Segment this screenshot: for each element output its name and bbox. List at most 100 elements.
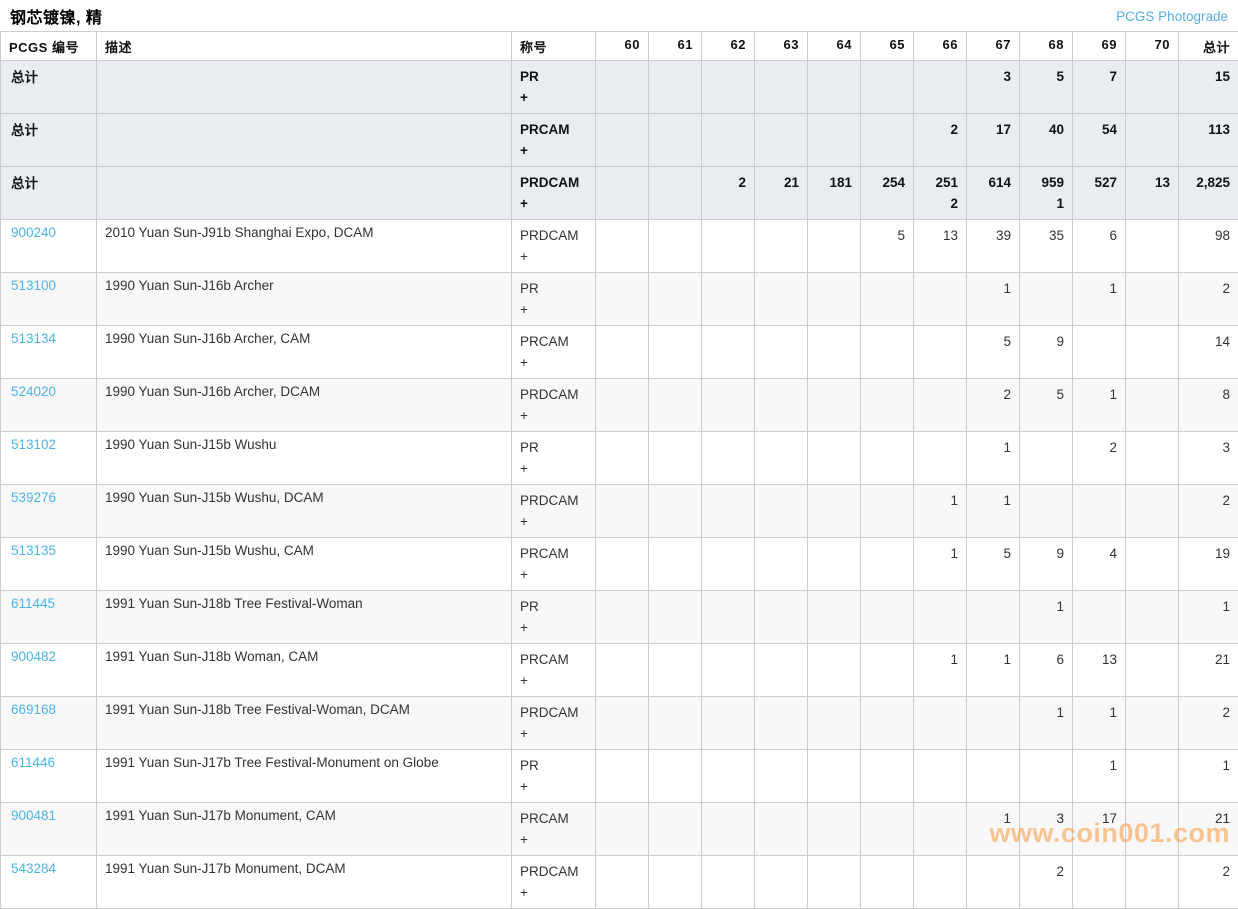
grade-count (604, 225, 640, 246)
grade-count: 1 (1081, 755, 1117, 776)
total-count-cell: 2 (1179, 856, 1238, 909)
pcgs-number-cell: 611445 (1, 591, 97, 644)
pcgs-number-link[interactable]: 900481 (11, 808, 56, 823)
pcgs-number-link[interactable]: 611446 (11, 755, 55, 770)
grade-61-count-cell (649, 856, 702, 909)
table-row: 5131001990 Yuan Sun-J16b ArcherPR+112 (1, 273, 1238, 326)
grade-65-count-cell: 5 (861, 220, 914, 273)
grade-66-count-cell (914, 697, 967, 750)
pcgs-number-link[interactable]: 611445 (11, 596, 55, 611)
grade-65-count-cell (861, 856, 914, 909)
grade-count: 13 (1081, 649, 1117, 670)
total-count-cell: 98 (1179, 220, 1238, 273)
grade-count (922, 808, 958, 829)
grade-67-count-cell (967, 750, 1020, 803)
grade-count (710, 331, 746, 352)
grade-70-count-cell (1126, 379, 1179, 432)
grade-66-count-cell (914, 61, 967, 114)
designation-line1: PRCAM (520, 119, 587, 140)
designation-line2: + (520, 352, 587, 373)
grade-count (657, 278, 693, 299)
grade-count (1134, 755, 1170, 776)
pcgs-number-link[interactable]: 543284 (11, 861, 56, 876)
designation-line2: + (520, 776, 587, 797)
grade-count (816, 490, 852, 511)
grade-64-count-cell (808, 485, 861, 538)
grade-66-count-cell: 1 (914, 644, 967, 697)
grade-60-count-cell (596, 379, 649, 432)
designation-line1: PRDCAM (520, 225, 587, 246)
grade-70-count-cell (1126, 61, 1179, 114)
grade-61-count-cell (649, 114, 702, 167)
grade-count (763, 119, 799, 140)
grade-65-count-cell (861, 432, 914, 485)
grade-61-count-cell (649, 697, 702, 750)
pcgs-photograde-link[interactable]: PCGS Photograde (1116, 9, 1228, 24)
total-label-cell: 总计 (1, 61, 97, 114)
grade-count: 614 (975, 172, 1011, 193)
designation-cell: PRDCAM+ (512, 167, 596, 220)
pcgs-number-link[interactable]: 900482 (11, 649, 56, 664)
grade-count (869, 543, 905, 564)
grade-61-count-cell (649, 803, 702, 856)
pcgs-number-cell: 539276 (1, 485, 97, 538)
pcgs-number-link[interactable]: 513100 (11, 278, 56, 293)
grade-count (1134, 278, 1170, 299)
grade-count: 1 (1028, 596, 1064, 617)
grade-count: 13 (922, 225, 958, 246)
pcgs-number-link[interactable]: 513135 (11, 543, 56, 558)
pcgs-number-link[interactable]: 539276 (11, 490, 56, 505)
designation-cell: PRCAM+ (512, 114, 596, 167)
grade-count: 254 (869, 172, 905, 193)
total-count-cell: 8 (1179, 379, 1238, 432)
grade-67-count-cell: 614 (967, 167, 1020, 220)
grade-66-count-cell (914, 750, 967, 803)
grade-count (1028, 278, 1064, 299)
grade-count (763, 808, 799, 829)
grade-60-count-cell (596, 485, 649, 538)
grade-count (604, 755, 640, 776)
total-count-cell: 19 (1179, 538, 1238, 591)
table-row: 5240201990 Yuan Sun-J16b Archer, DCAMPRD… (1, 379, 1238, 432)
grade-64-count-cell (808, 697, 861, 750)
total-count: 2 (1187, 861, 1230, 882)
grade-66-count-cell (914, 326, 967, 379)
table-body: 总计PR+35715总计PRCAM+2174054113总计PRDCAM+221… (1, 61, 1238, 909)
grade-plus-count: 2 (922, 193, 958, 214)
summary-row: 总计PRDCAM+22118125425126149591527132,825 (1, 167, 1238, 220)
description-cell: 1991 Yuan Sun-J18b Woman, CAM (97, 644, 512, 697)
grade-count (869, 808, 905, 829)
pcgs-number-cell: 900240 (1, 220, 97, 273)
table-row: 5432841991 Yuan Sun-J17b Monument, DCAMP… (1, 856, 1238, 909)
grade-63-count-cell (755, 750, 808, 803)
grade-count (763, 66, 799, 87)
grade-count: 3 (1028, 808, 1064, 829)
description-cell: 1990 Yuan Sun-J16b Archer (97, 273, 512, 326)
grade-68-count-cell: 3 (1020, 803, 1073, 856)
grade-count: 959 (1028, 172, 1064, 193)
grade-65-count-cell (861, 61, 914, 114)
grade-count (604, 490, 640, 511)
total-count: 8 (1187, 384, 1230, 405)
grade-count: 1 (1028, 702, 1064, 723)
grade-count (604, 172, 640, 193)
pcgs-number-link[interactable]: 513102 (11, 437, 56, 452)
grade-61-count-cell (649, 591, 702, 644)
pcgs-number-link[interactable]: 524020 (11, 384, 56, 399)
pcgs-number-link[interactable]: 900240 (11, 225, 56, 240)
grade-65-count-cell (861, 273, 914, 326)
grade-count (869, 437, 905, 458)
pcgs-number-link[interactable]: 669168 (11, 702, 56, 717)
grade-count: 1 (975, 278, 1011, 299)
description-cell (97, 167, 512, 220)
col-header-total: 总计 (1179, 32, 1238, 61)
grade-69-count-cell: 1 (1073, 697, 1126, 750)
grade-count (922, 437, 958, 458)
grade-62-count-cell (702, 273, 755, 326)
pcgs-number-link[interactable]: 513134 (11, 331, 56, 346)
grade-count (763, 384, 799, 405)
grade-count (975, 702, 1011, 723)
grade-count (922, 702, 958, 723)
grade-60-count-cell (596, 326, 649, 379)
grade-count (657, 119, 693, 140)
